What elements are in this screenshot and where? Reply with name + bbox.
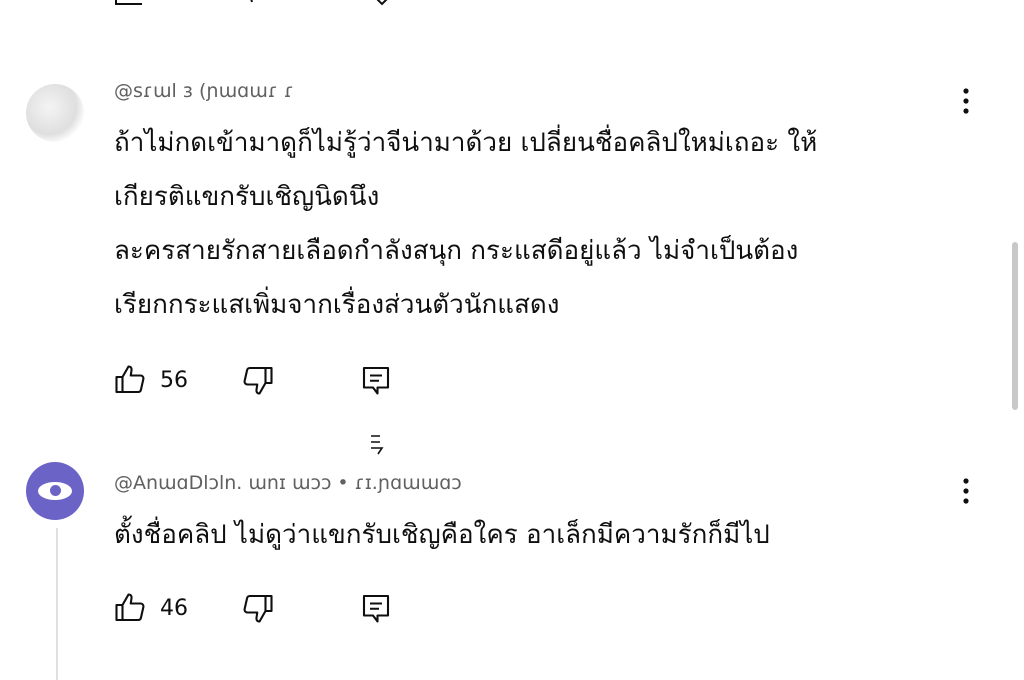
more-options-button[interactable] — [954, 84, 978, 120]
dislike-button[interactable] — [240, 588, 276, 628]
eye-pupil-icon — [50, 485, 61, 496]
dislike-button[interactable] — [240, 360, 276, 400]
comment-text-line: ละครสายรักสายเลือดกำลังสนุก กระแสดีอยู่แ… — [114, 236, 799, 266]
comment-text-line: ตั้งชื่อคลิป ไม่ดูว่าแขกรับเชิญคือใคร อา… — [114, 520, 770, 550]
like-button[interactable]: 56 — [112, 360, 188, 400]
reply-button[interactable] — [358, 588, 394, 628]
scrollbar[interactable] — [1012, 242, 1018, 410]
thread-line — [56, 528, 58, 680]
vertical-ellipsis-icon — [963, 88, 969, 114]
like-button[interactable]: 46 — [112, 588, 188, 628]
like-count: 56 — [160, 367, 188, 393]
comment-actions: 46 — [112, 588, 412, 628]
thumbs-up-icon — [115, 593, 145, 622]
reply-icon — [362, 366, 390, 395]
comment-text: ตั้งชื่อคลิป ไม่ดูว่าแขกรับเชิญคือใคร อา… — [114, 508, 954, 562]
comment-actions: 56 — [112, 360, 412, 400]
reply-button[interactable] — [358, 360, 394, 400]
comment-author-meta[interactable]: @AnɯɑDlɔln. ɯnɪ ɯɔɔ • ɾɪ.ɲɑɯɯɑɔ — [114, 472, 462, 494]
like-count: 46 — [160, 595, 188, 621]
avatar[interactable] — [26, 84, 84, 142]
previous-comment-actions-fragment — [115, 0, 388, 6]
thumbs-down-icon — [243, 366, 273, 395]
comment-author-meta[interactable]: @sɾɯl ɜ (ɲɯɑɯɾ ɾ — [114, 80, 294, 102]
reply-icon — [362, 594, 390, 623]
comment-text-line: ถ้าไม่กดเข้ามาดูก็ไม่รู้ว่าจีน่ามาด้วย เ… — [114, 128, 818, 158]
more-options-button[interactable] — [954, 474, 978, 510]
avatar[interactable] — [26, 462, 84, 520]
comment-text: ถ้าไม่กดเข้ามาดูก็ไม่รู้ว่าจีน่ามาด้วย เ… — [114, 116, 954, 332]
vertical-ellipsis-icon — [963, 478, 969, 504]
comment-text-line: เรียกกระแสเพิ่มจากเรื่องส่วนตัวนักแสดง — [114, 290, 560, 320]
comment-text-line: เกียรติแขกรับเชิญนิดนึง — [114, 182, 380, 212]
reply-icon — [371, 435, 384, 455]
thumbs-up-icon — [115, 365, 145, 394]
thumbs-down-icon — [243, 594, 273, 623]
